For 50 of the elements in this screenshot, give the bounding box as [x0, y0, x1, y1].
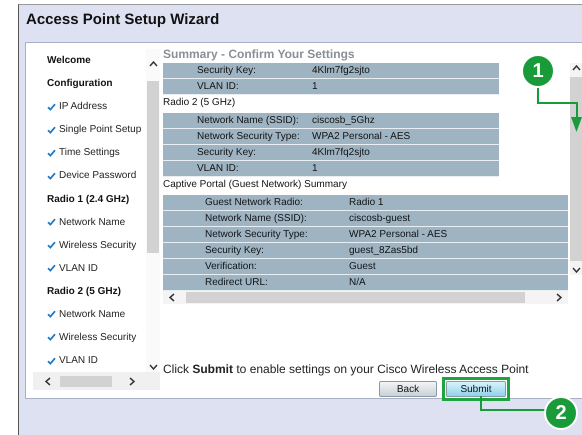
setting-label: Verification:: [204, 260, 258, 274]
nav-item[interactable]: Time Settings: [47, 141, 146, 164]
setting-label: Network Name (SSID):: [196, 114, 300, 128]
setting-value: Guest: [349, 260, 376, 274]
nav-heading[interactable]: Radio 1 (2.4 GHz): [47, 187, 146, 211]
setting-label: VLAN ID:: [196, 162, 240, 176]
setting-label: Security Key:: [196, 146, 257, 160]
section-title: Captive Portal (Guest Network) Summary: [163, 178, 348, 192]
setting-label: Security Key:: [196, 64, 257, 78]
nav-heading[interactable]: Configuration: [47, 72, 146, 96]
nav-item[interactable]: Wireless Security: [47, 234, 146, 257]
setting-label: Guest Network Radio:: [204, 196, 304, 210]
nav-item[interactable]: Single Point Setup: [47, 118, 146, 142]
horizontal-scrollbar[interactable]: [33, 372, 160, 390]
setting-value: 1: [312, 80, 318, 94]
nav-heading[interactable]: Welcome: [47, 49, 146, 72]
setting-label: Network Security Type:: [204, 228, 309, 242]
horizontal-scrollbar[interactable]: [163, 291, 568, 304]
window-title: Access Point Setup Wizard: [25, 10, 220, 30]
setting-value: WPA2 Personal - AES: [312, 130, 410, 144]
back-button[interactable]: Back: [379, 381, 437, 397]
setting-label: Redirect URL:: [204, 276, 269, 290]
nav-heading[interactable]: Radio 2 (5 GHz): [47, 280, 146, 303]
nav-item[interactable]: Wireless Security: [47, 326, 146, 350]
setting-value: 4Klm7fq2sjto: [312, 146, 370, 160]
setting-label: Security Key:: [204, 244, 265, 258]
setting-value: ciscosb-guest: [349, 212, 410, 226]
setting-value: Radio 1: [349, 196, 384, 210]
nav-item[interactable]: Network Name: [47, 302, 146, 326]
setting-value: WPA2 Personal - AES: [349, 228, 448, 242]
setting-value: N/A: [349, 276, 366, 290]
vertical-scrollbar[interactable]: [570, 63, 582, 275]
setting-value: 1: [312, 162, 318, 176]
submit-button[interactable]: Submit: [446, 381, 506, 397]
instruction-text: Click Submit to enable settings on your Cisco Wireless Access Point: [163, 362, 528, 376]
setting-value: 4Klm7fg2sjto: [312, 64, 370, 78]
setting-value: ciscosb_5Ghz: [312, 114, 375, 128]
summary-heading: Summary - Confirm Your Settings: [163, 46, 355, 63]
nav-item[interactable]: Network Name: [47, 210, 146, 234]
nav-item[interactable]: IP Address: [47, 95, 146, 118]
setting-value: guest_8Zas5bd: [349, 244, 418, 258]
nav-item[interactable]: Device Password: [47, 164, 146, 188]
nav-item[interactable]: VLAN ID: [47, 256, 146, 280]
setting-label: Network Name (SSID):: [204, 212, 308, 226]
setting-label: Network Security Type:: [196, 130, 301, 144]
setting-label: VLAN ID:: [196, 80, 240, 94]
section-title: Radio 2 (5 GHz): [163, 96, 236, 110]
vertical-scrollbar[interactable]: [146, 49, 160, 372]
leader-arrow: [537, 86, 582, 132]
nav-item[interactable]: VLAN ID: [47, 349, 146, 372]
